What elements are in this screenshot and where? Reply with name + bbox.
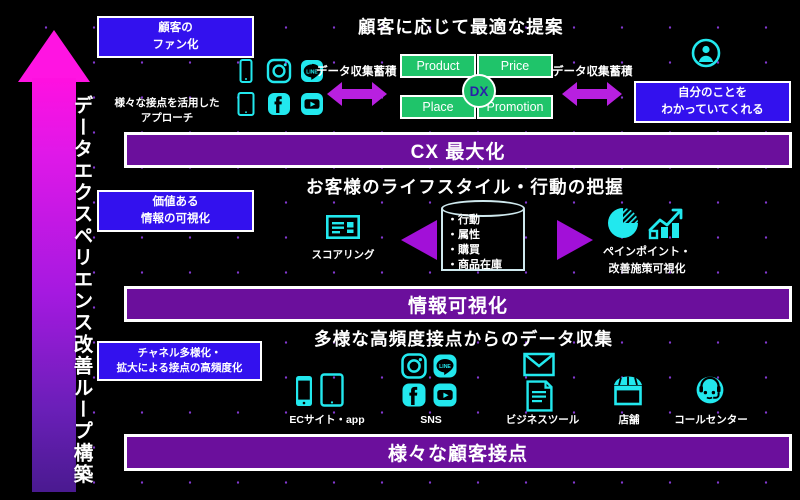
caption-line-1: 様々な接点を活用した	[114, 97, 220, 109]
youtube-icon	[431, 381, 462, 410]
dx-circle-badge: DX	[462, 74, 496, 108]
caption-line-2: アプローチ	[140, 112, 194, 125]
arrow-head-icon	[18, 30, 90, 82]
touchpoint-approach-caption: 様々な接点を活用した アプローチ	[104, 96, 230, 126]
box-line-2: 拡大による接点の高頻度化	[116, 362, 243, 374]
data-collection-label-right: データ収集蓄積	[552, 66, 633, 78]
bar-chart-trend-icon	[648, 206, 686, 240]
smartphone-icon	[293, 374, 315, 408]
painpoint-caption: ペインポイント・ 改善施策可視化	[591, 244, 703, 277]
touchpoint-icon-grid: LINE	[232, 57, 328, 123]
bottom-section-heading: 多様な高頻度接点からのデータ収集	[314, 329, 614, 349]
smartphone-icon	[232, 57, 264, 89]
data-experience-loop-arrow: データエクスペリエンス改善ループ構築	[18, 30, 92, 492]
data-collection-label-left: データ収集蓄積	[316, 66, 397, 78]
bar-information-visualization: 情報可視化	[124, 286, 792, 322]
instagram-icon	[265, 57, 297, 89]
double-arrow-left-icon	[327, 79, 387, 109]
channel-label-business-tools: ビジネスツール	[505, 414, 580, 426]
box-knows-me: 自分のことを わかっていてくれる	[634, 81, 791, 123]
four-p-label: Place	[422, 100, 454, 114]
headset-operator-icon	[692, 373, 728, 409]
box-customer-fanification: 顧客の ファン化	[97, 16, 254, 58]
cylinder-item-list: ・行動 ・属性 ・購買 ・商品在庫	[447, 213, 525, 272]
facebook-icon	[265, 90, 297, 122]
cylinder-item: ・商品在庫	[447, 258, 502, 271]
tablet-icon	[232, 90, 264, 122]
box-valuable-information: 価値ある 情報の可視化	[97, 190, 254, 232]
box-line-2: 情報の可視化	[141, 213, 210, 225]
scoring-label: スコアリング	[311, 249, 375, 261]
channel-label-call-center: コールセンター	[674, 414, 748, 426]
box-line-2: わかっていてくれる	[661, 104, 764, 116]
triangle-left-icon	[401, 220, 437, 265]
bar-label: CX 最大化	[410, 141, 506, 163]
box-line-2: ファン化	[152, 39, 199, 51]
four-p-label: Promotion	[486, 100, 544, 114]
bar-various-customer-touchpoints: 様々な顧客接点	[124, 434, 792, 471]
box-line-1: 顧客の	[158, 22, 193, 35]
bar-label: 様々な顧客接点	[387, 444, 528, 465]
middle-section-heading: お客様のライフスタイル・行動の把握	[306, 177, 624, 197]
four-p-label: Product	[416, 59, 460, 73]
scorecard-icon	[326, 215, 360, 239]
tablet-icon	[319, 372, 345, 408]
instagram-icon	[400, 352, 431, 381]
slide-canvas: データエクスペリエンス改善ループ構築 顧客に応じて最適な提案 顧客の ファン化 …	[0, 0, 800, 500]
painpoint-line-2: 改善施策可視化	[608, 262, 686, 275]
channel-icons-business-tools	[523, 352, 557, 412]
channel-icons-sns: LINE	[400, 352, 462, 410]
four-p-box-product: Product	[400, 54, 476, 78]
pie-chart-icon	[606, 206, 640, 240]
channel-icons-ec	[293, 362, 359, 408]
mail-envelope-icon	[523, 352, 555, 377]
line-icon: LINE	[431, 352, 462, 381]
box-channel-diversification: チャネル多様化・ 拡大による接点の高頻度化	[97, 341, 262, 381]
svg-text:LINE: LINE	[439, 364, 451, 370]
storefront-icon	[611, 374, 645, 408]
channel-label-sns: SNS	[420, 414, 442, 426]
facebook-icon	[400, 381, 431, 410]
arrow-vertical-label: データエクスペリエンス改善ループ構築	[70, 94, 92, 486]
painpoint-line-1: ペインポイント・	[603, 246, 691, 258]
four-p-label: Price	[500, 59, 530, 73]
database-cylinder-icon: ・行動 ・属性 ・購買 ・商品在庫	[437, 199, 529, 271]
channel-label-ec: ECサイト・app	[289, 414, 365, 426]
box-line-1: 自分のことを	[678, 87, 747, 100]
cylinder-item: ・属性	[447, 228, 480, 241]
youtube-icon	[298, 90, 330, 122]
triangle-right-icon	[557, 220, 593, 265]
dx-label: DX	[469, 83, 489, 99]
four-p-box-price: Price	[477, 54, 553, 78]
bar-label: 情報可視化	[407, 295, 508, 317]
cylinder-item: ・購買	[447, 243, 480, 256]
bar-cx-maximization: CX 最大化	[124, 132, 792, 168]
top-section-heading: 顧客に応じて最適な提案	[358, 17, 564, 37]
box-line-1: 価値ある	[152, 196, 199, 209]
document-icon	[526, 380, 553, 412]
channel-label-store: 店舗	[618, 414, 640, 426]
person-avatar-icon	[691, 38, 721, 68]
cylinder-item: ・行動	[447, 214, 480, 226]
double-arrow-right-icon	[562, 79, 622, 109]
box-line-1: チャネル多様化・	[137, 346, 222, 359]
